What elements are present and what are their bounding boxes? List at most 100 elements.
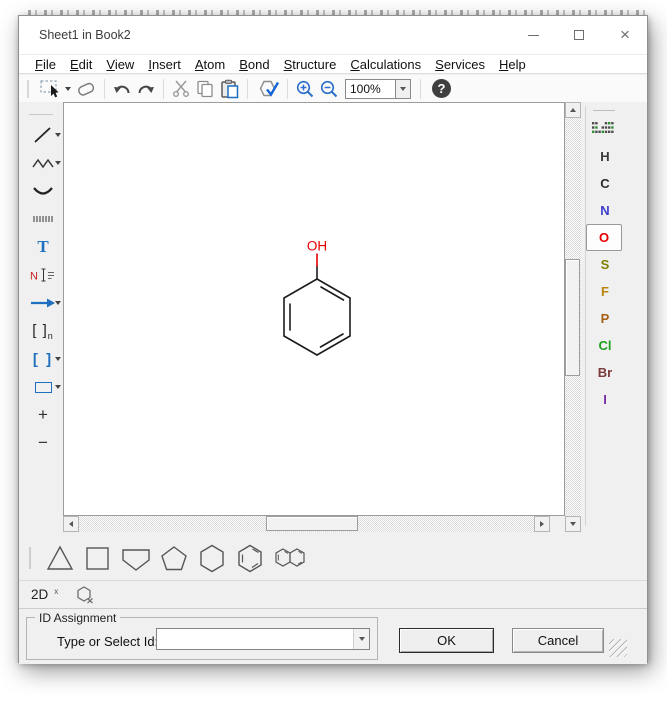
select-tool-dropdown-icon[interactable] <box>65 87 71 91</box>
menu-atom[interactable]: Atom <box>188 56 232 73</box>
minimize-button[interactable] <box>525 27 541 43</box>
menu-file[interactable]: File <box>28 56 63 73</box>
element-button-p[interactable]: P <box>588 305 622 332</box>
element-panel-grip[interactable] <box>593 110 615 113</box>
menu-calculations[interactable]: Calculations <box>343 56 428 73</box>
canvas-vertical-scrollbar[interactable] <box>565 102 581 532</box>
select-tool-button[interactable] <box>37 77 73 101</box>
menu-edit[interactable]: Edit <box>63 56 99 73</box>
cancel-button[interactable]: Cancel <box>512 628 604 653</box>
clean-structure-button[interactable] <box>74 585 96 605</box>
id-input[interactable] <box>157 629 353 649</box>
bond-tool-dropdown-icon[interactable] <box>55 133 61 137</box>
zoom-level-dropdown-button[interactable] <box>395 80 410 98</box>
zoom-out-button[interactable] <box>317 77 341 101</box>
element-button-h[interactable]: H <box>588 143 622 170</box>
help-button[interactable]: ? <box>432 79 451 98</box>
undo-button[interactable] <box>110 77 134 101</box>
scroll-left-button[interactable] <box>63 516 79 532</box>
element-button-br[interactable]: Br <box>588 359 622 386</box>
id-combobox[interactable] <box>156 628 370 650</box>
scroll-right-button[interactable] <box>534 516 550 532</box>
arrow-tool-dropdown-icon[interactable] <box>55 301 61 305</box>
redo-button[interactable] <box>134 77 158 101</box>
element-button-s[interactable]: S <box>588 251 622 278</box>
template-cyclopentane[interactable] <box>155 541 193 575</box>
element-button-n[interactable]: N <box>588 197 622 224</box>
chain-tool-button[interactable] <box>25 150 61 176</box>
bracket-n-icon: [ ]n <box>32 322 54 341</box>
element-list: HCNOSFPClBrI <box>586 143 622 413</box>
menu-insert[interactable]: Insert <box>141 56 188 73</box>
cut-button[interactable] <box>169 77 193 101</box>
copy-button[interactable] <box>193 77 217 101</box>
plus-charge-button[interactable]: + <box>25 402 61 428</box>
menu-services[interactable]: Services <box>428 56 492 73</box>
check-structure-button[interactable] <box>253 77 282 101</box>
titlebar[interactable]: Sheet1 in Book2 × <box>19 16 647 54</box>
canvas-horizontal-scrollbar[interactable] <box>63 516 550 532</box>
mode-superscript: x <box>54 587 58 596</box>
text-tool-button[interactable]: T <box>25 234 61 260</box>
atom-label-tool-button[interactable]: N <box>25 262 61 288</box>
envelope-pentagon-icon <box>120 544 152 572</box>
menu-view[interactable]: View <box>99 56 141 73</box>
element-button-c[interactable]: C <box>588 170 622 197</box>
zoom-level-value: 100% <box>346 82 395 96</box>
template-cyclopentane-envelope[interactable] <box>117 541 155 575</box>
check-structure-icon <box>255 79 280 99</box>
rectangle-tool-button[interactable] <box>25 374 61 400</box>
chevron-down-icon <box>400 87 406 91</box>
maximize-button[interactable] <box>571 27 587 43</box>
template-cyclopropane[interactable] <box>41 541 79 575</box>
zoom-out-icon <box>319 79 339 99</box>
screen: Sheet1 in Book2 × FileEditViewInsertAtom… <box>0 0 667 704</box>
dotted-line-tool-button[interactable] <box>25 206 61 232</box>
zoom-level-combobox[interactable]: 100% <box>345 79 411 99</box>
template-benzene[interactable] <box>231 541 269 575</box>
template-cyclobutane[interactable] <box>79 541 117 575</box>
menu-structure[interactable]: Structure <box>277 56 344 73</box>
element-button-i[interactable]: I <box>588 386 622 413</box>
chain-icon <box>31 155 55 171</box>
bracket-tool-dropdown-icon[interactable] <box>55 357 61 361</box>
scissors-icon <box>171 79 191 98</box>
resize-grip[interactable] <box>609 639 627 657</box>
close-button[interactable]: × <box>617 27 633 43</box>
arrow-tool-button[interactable] <box>25 290 61 316</box>
mode-2d-label[interactable]: 2D <box>31 587 48 602</box>
template-cyclohexane[interactable] <box>193 541 231 575</box>
bracket-tool-button[interactable]: [ ] <box>25 346 61 372</box>
template-naphthalene[interactable] <box>269 541 315 575</box>
id-dropdown-button[interactable] <box>353 629 369 649</box>
undo-icon <box>112 80 132 98</box>
vertical-scroll-thumb[interactable] <box>565 259 580 376</box>
element-button-f[interactable]: F <box>588 278 622 305</box>
periodic-table-button[interactable] <box>586 119 622 137</box>
rectangle-tool-dropdown-icon[interactable] <box>55 385 61 389</box>
menu-bond[interactable]: Bond <box>232 56 276 73</box>
eraser-button[interactable] <box>73 77 99 101</box>
element-button-o[interactable]: O <box>586 224 622 251</box>
zoom-in-button[interactable] <box>293 77 317 101</box>
chain-tool-dropdown-icon[interactable] <box>55 161 61 165</box>
paste-button[interactable] <box>217 77 242 101</box>
horizontal-scroll-thumb[interactable] <box>266 516 358 531</box>
palette-grip[interactable] <box>29 114 53 116</box>
paste-icon <box>219 79 240 99</box>
template-toolbar-grip[interactable] <box>29 547 31 569</box>
repeat-group-tool-button[interactable]: [ ]n <box>25 318 61 344</box>
chevron-down-icon <box>359 637 365 641</box>
minus-charge-button[interactable]: − <box>25 430 61 456</box>
scroll-down-button[interactable] <box>565 516 581 532</box>
arc-tool-button[interactable] <box>25 178 61 204</box>
menu-help[interactable]: Help <box>492 56 533 73</box>
scroll-up-button[interactable] <box>565 102 581 118</box>
ok-button[interactable]: OK <box>399 628 494 653</box>
toolbar-separator <box>247 79 248 99</box>
toolbar-grip[interactable] <box>27 80 29 98</box>
reaction-arrow-icon <box>30 297 56 309</box>
drawing-canvas[interactable]: OH <box>63 102 565 516</box>
element-button-cl[interactable]: Cl <box>588 332 622 359</box>
bond-tool-button[interactable] <box>25 122 61 148</box>
